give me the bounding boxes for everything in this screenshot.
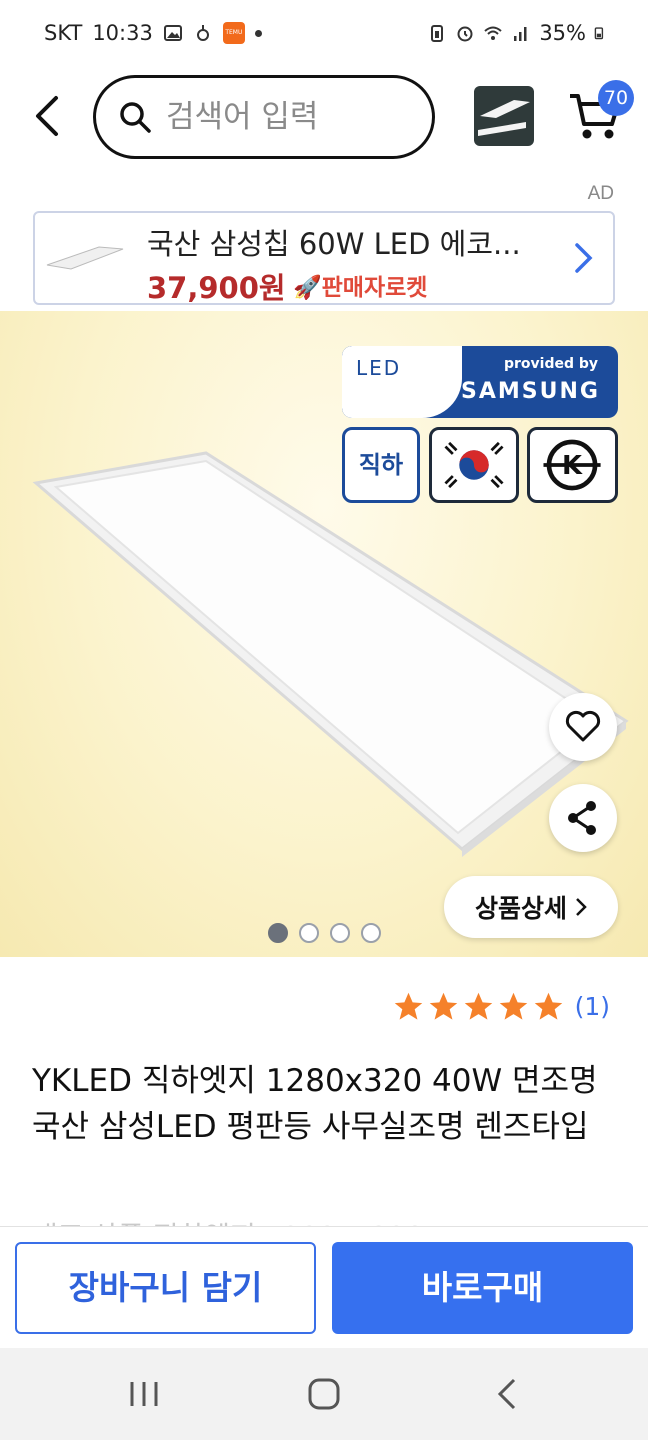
chevron-right-icon (576, 898, 587, 916)
svg-text:K: K (562, 451, 583, 481)
search-input[interactable] (166, 99, 406, 135)
gallery-icon (163, 25, 182, 41)
star-icon (429, 992, 457, 1020)
carousel-dot[interactable] (299, 923, 319, 943)
star-icon (394, 992, 422, 1020)
home-icon[interactable] (304, 1376, 344, 1412)
review-count[interactable]: (1) (575, 992, 610, 1021)
signal-icon (514, 27, 527, 41)
purchase-action-bar: 장바구니 담기 바로구매 (0, 1226, 648, 1348)
like-button[interactable] (549, 693, 617, 761)
ad-banner[interactable]: 국산 삼성칩 60W LED 에코... 37,900원 🚀판매자로켓 (33, 211, 615, 305)
temu-app-icon: TEMU (222, 22, 245, 44)
share-button[interactable] (549, 784, 617, 852)
korea-flag-icon (444, 441, 504, 489)
heart-icon (565, 710, 601, 742)
search-bar[interactable] (93, 75, 435, 159)
samsung-logo-text: SAMSUNG (461, 379, 600, 404)
status-bar: SKT 10:33 TEMU 35% (0, 0, 648, 66)
star-icon (464, 992, 492, 1020)
share-icon (568, 801, 596, 835)
clock: 10:33 (92, 21, 153, 45)
product-thumbnail-icon (478, 100, 530, 136)
korea-flag-badge (429, 427, 519, 503)
cart-count-badge: 70 (598, 80, 634, 116)
search-icon (120, 102, 151, 133)
kc-certification-badge: K (527, 427, 618, 503)
product-image-carousel[interactable]: LED provided by SAMSUNG 직하 K 상품상세 (0, 311, 648, 957)
star-icon (534, 992, 562, 1020)
wifi-icon (484, 26, 502, 40)
kc-mark-icon: K (543, 439, 601, 491)
ad-delivery-label: 판매자로켓 (321, 275, 428, 301)
carousel-dot[interactable] (330, 923, 350, 943)
system-navigation-bar (0, 1348, 648, 1440)
ad-delivery-badge: 🚀판매자로켓 (293, 268, 427, 302)
ad-price: 37,900원 (147, 271, 286, 305)
rating-summary[interactable]: (1) (392, 990, 610, 1023)
add-to-cart-button[interactable]: 장바구니 담기 (15, 1242, 316, 1334)
app-header (0, 72, 648, 162)
battery-saver-icon (431, 25, 444, 42)
buy-now-button[interactable]: 바로구매 (332, 1242, 633, 1334)
more-notifications-dot (254, 29, 262, 37)
ad-product-image (46, 246, 124, 270)
back-nav-icon[interactable] (488, 1376, 528, 1412)
notification-icon (196, 25, 209, 41)
battery-percent: 35% (539, 21, 586, 45)
jikha-badge: 직하 (342, 427, 420, 503)
carousel-indicator (268, 923, 381, 943)
chevron-right-icon (575, 243, 593, 273)
product-title: YKLED 직하엣지 1280x320 40W 면조명 국산 삼성LED 평판등… (32, 1063, 598, 1145)
recent-apps-icon[interactable] (124, 1376, 164, 1412)
rocket-icon: 🚀 (293, 275, 322, 301)
battery-icon (594, 27, 604, 40)
led-logo-text: LED (356, 356, 402, 380)
ad-label: AD (587, 183, 614, 204)
provided-by-text: provided by (503, 356, 598, 372)
alarm-icon (457, 26, 473, 42)
ad-title: 국산 삼성칩 60W LED 에코... (147, 227, 521, 261)
carrier-label: SKT (44, 21, 83, 45)
star-icon (499, 992, 527, 1020)
carousel-dot[interactable] (361, 923, 381, 943)
carousel-dot[interactable] (268, 923, 288, 943)
back-button[interactable] (28, 92, 68, 140)
product-detail-button[interactable]: 상품상세 (444, 876, 618, 938)
samsung-led-badge: LED provided by SAMSUNG (342, 346, 618, 418)
image-search-button[interactable] (474, 86, 534, 146)
product-detail-label: 상품상세 (474, 894, 567, 923)
